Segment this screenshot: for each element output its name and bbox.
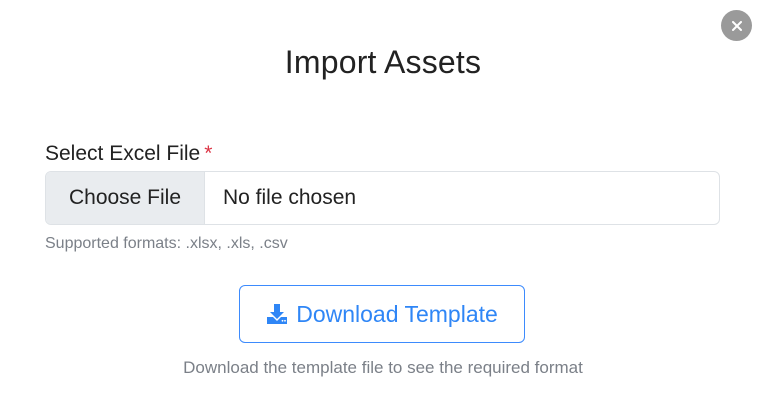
file-name-display: No file chosen [223,186,357,209]
download-template-button[interactable]: Download Template [239,285,525,343]
file-field-label: Select Excel File * [45,142,212,166]
close-button[interactable] [721,10,752,41]
download-icon [267,304,288,324]
file-input[interactable]: Choose File No file chosen [45,171,720,225]
supported-formats-text: Supported formats: .xlsx, .xls, .csv [45,235,288,252]
modal-title: Import Assets [284,44,482,80]
required-marker: * [204,142,213,165]
download-template-note: Download the template file to see the re… [183,358,583,377]
download-template-label: Download Template [296,300,498,327]
file-field-label-text: Select Excel File [45,142,201,165]
import-assets-modal: Import Assets Select Excel File * Choose … [0,0,766,406]
choose-file-button[interactable]: Choose File [46,172,205,224]
close-icon [731,20,742,31]
